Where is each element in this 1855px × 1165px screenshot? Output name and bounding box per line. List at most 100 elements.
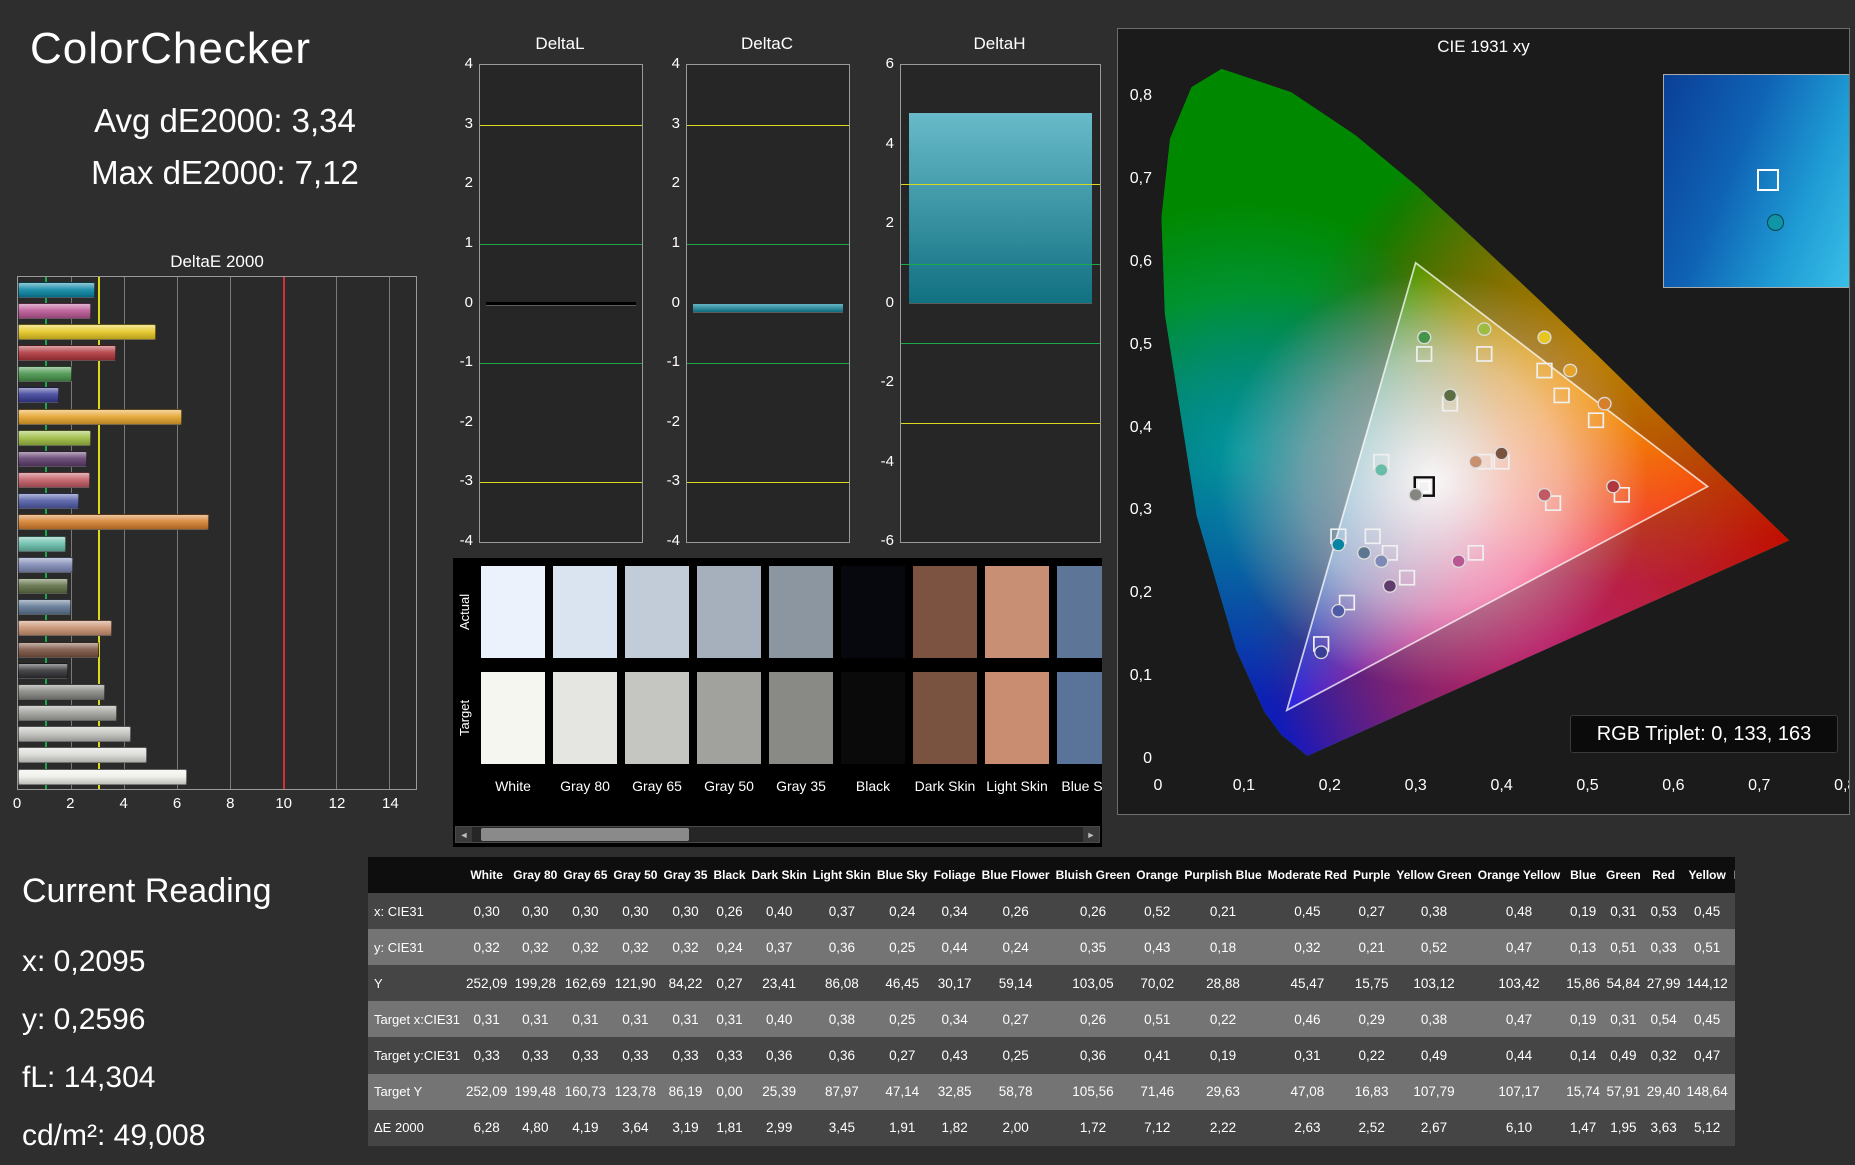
delta-e-bar-row (18, 470, 416, 491)
table-cell: 5,12 (1683, 1109, 1731, 1146)
delta-e-bar-blue-sky[interactable] (18, 599, 71, 616)
swatch-target-gray-80[interactable] (553, 672, 617, 764)
delta-e-bar-gray-50[interactable] (18, 705, 117, 722)
patch-zoom-inset (1663, 74, 1849, 288)
table-cell: 0,45 (1683, 1001, 1731, 1038)
column-header-gray-65: Gray 65 (560, 857, 611, 894)
swatch-target-black[interactable] (841, 672, 905, 764)
table-cell: 0,44 (1474, 1037, 1564, 1074)
delta-e-2000-chart: DeltaE 2000 0 2 4 6 8 10 12 14 (13, 252, 417, 817)
delta-e-bar-purplish-blue[interactable] (18, 493, 79, 510)
delta-e-bar-purple[interactable] (18, 450, 87, 467)
table-cell: 0,24 (1730, 929, 1735, 966)
table-cell: 4,19 (560, 1109, 611, 1146)
delta-e-bar-magenta[interactable] (18, 302, 92, 319)
column-header-gray-50: Gray 50 (610, 857, 661, 894)
swatch-actual-blue-sky[interactable] (1057, 566, 1102, 658)
table-cell: 2,67 (1393, 1109, 1475, 1146)
table-cell: 87,97 (809, 1073, 874, 1110)
grid-line (901, 263, 1100, 265)
delta-e-bar-gray-80[interactable] (18, 747, 148, 764)
swatch-actual-gray-50[interactable] (697, 566, 761, 658)
table-cell: 0,41 (1133, 1037, 1182, 1074)
y-tick-label: 0,5 (1129, 335, 1152, 353)
delta-e-bar-row (18, 575, 416, 596)
swatch-actual-gray-80[interactable] (553, 566, 617, 658)
delta-e-bar-row (18, 554, 416, 575)
scrollbar-thumb[interactable] (481, 828, 689, 841)
delta-e-bar-red[interactable] (18, 345, 117, 362)
table-cell: 86,19 (660, 1073, 711, 1110)
delta-c-plot (686, 64, 850, 543)
swatch-actual-white[interactable] (481, 566, 545, 658)
grid-line (480, 124, 642, 126)
column-header-blue-sky: Blue Sky (873, 857, 931, 894)
swatch-actual-black[interactable] (841, 566, 905, 658)
delta-e-bar-dark-skin[interactable] (18, 641, 100, 658)
delta-e-bar-row (18, 533, 416, 554)
swatch-name: Gray 80 (560, 778, 610, 794)
x-tick-label: 12 (328, 795, 346, 812)
table-cell: 0,30 (610, 893, 661, 930)
table-cell: 54,84 (1603, 965, 1644, 1002)
swatch-target-dark-skin[interactable] (913, 672, 977, 764)
patch-strip: Actual Target White Gray 80 Gray 65 Gray 50… (453, 558, 1102, 847)
y-tick-label: 0 (885, 293, 894, 311)
scroll-right-arrow-icon[interactable]: ► (1083, 827, 1099, 842)
delta-e-bar-gray-35[interactable] (18, 683, 105, 700)
delta-e-bar-blue[interactable] (18, 387, 59, 404)
delta-e-bar-light-skin[interactable] (18, 620, 112, 637)
scroll-left-arrow-icon[interactable]: ◄ (456, 827, 472, 842)
swatch-target-gray-65[interactable] (625, 672, 689, 764)
delta-e-bar-black[interactable] (18, 662, 69, 679)
grid-line (480, 243, 642, 245)
delta-e-bar-foliage[interactable] (18, 577, 69, 594)
swatch-actual-dark-skin[interactable] (913, 566, 977, 658)
delta-e-bar-blue-flower[interactable] (18, 556, 74, 573)
table-cell: 0,31 (610, 1001, 661, 1038)
x-tick-label: 10 (275, 795, 292, 812)
delta-e-bar-yellow[interactable] (18, 323, 156, 340)
y-tick-label: -2 (880, 373, 894, 390)
swatch-target-gray-35[interactable] (769, 672, 833, 764)
table-cell: 0,33 (1643, 929, 1684, 966)
delta-e-bar-gray-65[interactable] (18, 726, 132, 743)
table-cell: 103,42 (1474, 965, 1564, 1002)
swatch-name: Black (855, 778, 891, 794)
column-header-dark-skin: Dark Skin (748, 857, 810, 894)
table-cell: 0,48 (1474, 893, 1564, 930)
delta-e-bar-orange-yellow[interactable] (18, 408, 182, 425)
swatch-target-blue-sky[interactable] (1057, 672, 1102, 764)
swatch-actual-gray-35[interactable] (769, 566, 833, 658)
table-cell: 0,35 (1730, 893, 1735, 930)
table-cell: 0,21 (1181, 893, 1265, 930)
x-tick-label: 4 (119, 795, 128, 812)
cie-y-axis: 0,8 0,7 0,6 0,5 0,4 0,3 0,2 0,1 0 (1118, 29, 1154, 814)
grid-line (687, 482, 849, 484)
swatch-target-white[interactable] (481, 672, 545, 764)
delta-e-bar-yellow-green[interactable] (18, 429, 91, 446)
swatch-actual-gray-65[interactable] (625, 566, 689, 658)
delta-e-bar-white[interactable] (18, 768, 187, 785)
delta-e-bar-orange[interactable] (18, 514, 209, 531)
swatch-target-light-skin[interactable] (985, 672, 1049, 764)
scrollbar-track[interactable] (472, 827, 1083, 842)
table-cell: 162,69 (560, 965, 611, 1002)
delta-e-bar-cyan[interactable] (18, 281, 95, 298)
table-cell: 0,25 (1730, 1037, 1735, 1074)
column-header-black: Black (710, 857, 749, 894)
current-reading-panel: Current Reading x: 0,2095 y: 0,2596 fL: … (22, 872, 362, 1165)
swatch-target-gray-50[interactable] (697, 672, 761, 764)
cie-measured-blue-sky (1356, 545, 1372, 560)
delta-e-bar-bluish-green[interactable] (18, 535, 66, 552)
y-tick-label: 0,2 (1129, 584, 1152, 602)
patch-strip-scrollbar[interactable]: ◄ ► (455, 826, 1100, 843)
delta-e-bar-row (18, 681, 416, 702)
y-tick-label: 2 (464, 174, 473, 192)
delta-e-bar-moderate-red[interactable] (18, 472, 90, 489)
delta-e-bar-green[interactable] (18, 366, 72, 383)
cie-measured-purplish-blue (1331, 603, 1346, 618)
swatch-actual-light-skin[interactable] (985, 566, 1049, 658)
table-cell: 0,31 (710, 1001, 749, 1038)
table-cell: 0,19 (1563, 893, 1604, 930)
